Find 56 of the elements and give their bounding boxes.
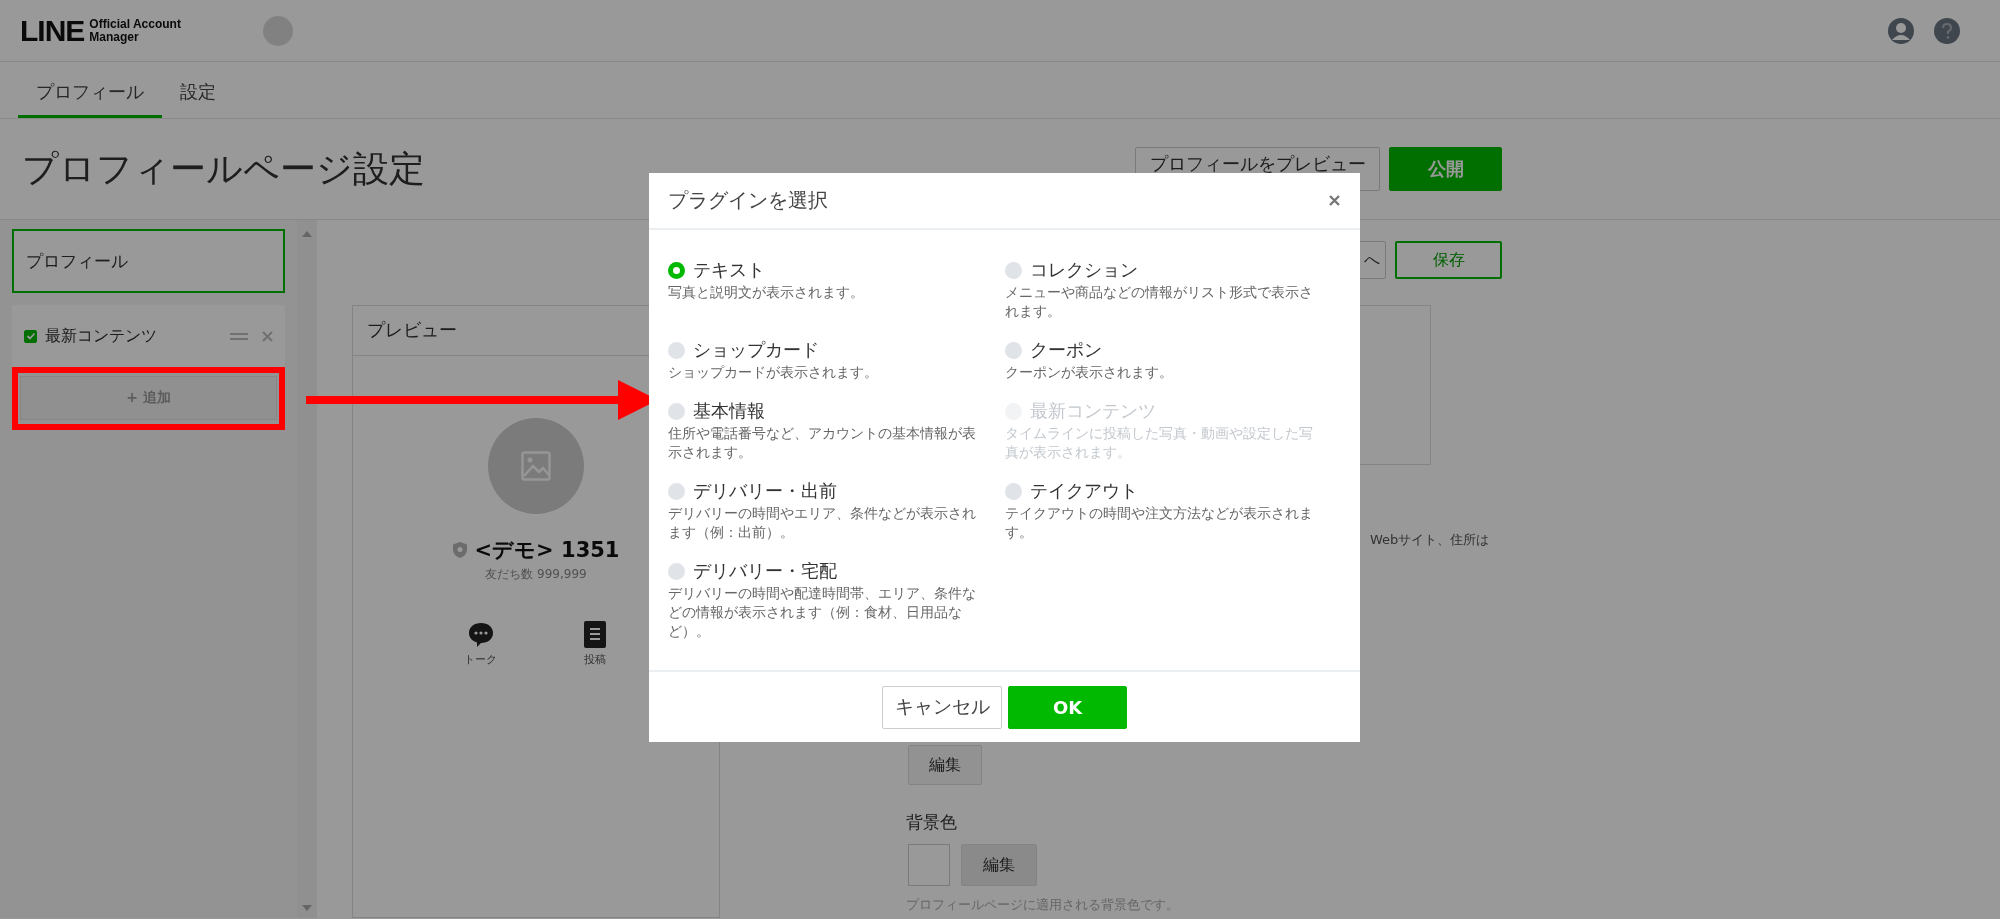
profile-block[interactable]: プロフィール xyxy=(12,229,285,293)
help-icon[interactable] xyxy=(1934,17,1960,44)
cancel-button[interactable]: キャンセル xyxy=(882,685,1002,729)
color-swatch[interactable] xyxy=(908,844,950,886)
shield-icon xyxy=(452,542,467,558)
checkbox[interactable] xyxy=(24,329,37,343)
document-icon[interactable] xyxy=(582,621,608,648)
radio-button[interactable] xyxy=(1005,341,1022,359)
option-label[interactable]: クーポン xyxy=(1030,338,1102,362)
option-description: クーポンが表示されます。 xyxy=(1005,363,1174,382)
option-label[interactable]: デリバリー・出前 xyxy=(693,479,837,503)
image-icon xyxy=(521,451,551,481)
page-title: プロフィールページ設定 xyxy=(22,146,426,191)
user-icon[interactable] xyxy=(1888,17,1914,44)
option-label: 最新コンテンツ xyxy=(1030,399,1156,423)
radio-button[interactable] xyxy=(1005,261,1022,279)
radio-button[interactable] xyxy=(668,562,685,580)
radio-button[interactable] xyxy=(1005,482,1022,500)
tab[interactable]: プロフィール xyxy=(18,62,162,118)
logo-product-name: Official Account Manager xyxy=(89,17,182,44)
radio-button[interactable] xyxy=(668,341,685,359)
option-description: テイクアウトの時間や注文方法などが表示されます。 xyxy=(1005,504,1314,542)
close-icon[interactable] xyxy=(1329,195,1340,206)
edit-button[interactable]: 編集 xyxy=(961,844,1037,886)
plugin-label: 最新コンテンツ xyxy=(45,325,157,347)
scroll-down-icon[interactable] xyxy=(302,904,312,912)
option-description: デリバリーの時間やエリア、条件などが表示されます（例：出前）。 xyxy=(668,504,977,542)
plugin-item[interactable]: 最新コンテンツ xyxy=(12,305,285,367)
action-label[interactable]: トーク xyxy=(464,652,497,667)
option-description: デリバリーの時間や配達時間帯、エリア、条件などの情報が表示されます（例：食材、日用品など）。 xyxy=(668,584,977,641)
account-name: <デモ> 1351 xyxy=(474,537,620,564)
radio-button[interactable] xyxy=(668,402,685,420)
option-label[interactable]: コレクション xyxy=(1030,258,1138,282)
account-avatar[interactable] xyxy=(263,15,294,46)
radio-button[interactable] xyxy=(668,482,685,500)
scroll-up-icon[interactable] xyxy=(302,230,312,238)
action-label[interactable]: 投稿 xyxy=(584,652,606,667)
logo-wordmark: LINE xyxy=(20,13,85,48)
radio-button[interactable] xyxy=(668,261,685,279)
background-color-label: 背景色 xyxy=(906,811,957,834)
option-label[interactable]: テキスト xyxy=(693,258,765,282)
option-description: 住所や電話番号など、アカウントの基本情報が表示されます。 xyxy=(668,424,977,462)
drag-handle-icon[interactable] xyxy=(230,330,248,342)
option-description: 写真と説明文が表示されます。 xyxy=(668,283,865,302)
option-description: メニューや商品などの情報がリスト形式で表示されます。 xyxy=(1005,283,1314,321)
option-description: タイムラインに投稿した写真・動画や設定した写真が表示されます。 xyxy=(1005,424,1314,462)
option-label[interactable]: 基本情報 xyxy=(693,399,765,423)
chat-bubble-icon[interactable] xyxy=(467,621,494,648)
tab[interactable]: 設定 xyxy=(162,62,234,118)
friend-count: 友だち数 999,999 xyxy=(485,566,587,583)
option-label[interactable]: デリバリー・宅配 xyxy=(693,559,837,583)
option-label[interactable]: テイクアウト xyxy=(1030,479,1138,503)
dialog-title: プラグインを選択 xyxy=(668,187,828,214)
option-description: ショップカードが表示されます。 xyxy=(668,363,879,382)
edit-button[interactable]: 編集 xyxy=(908,745,982,785)
description-text: Webサイト、住所は xyxy=(1370,531,1490,549)
